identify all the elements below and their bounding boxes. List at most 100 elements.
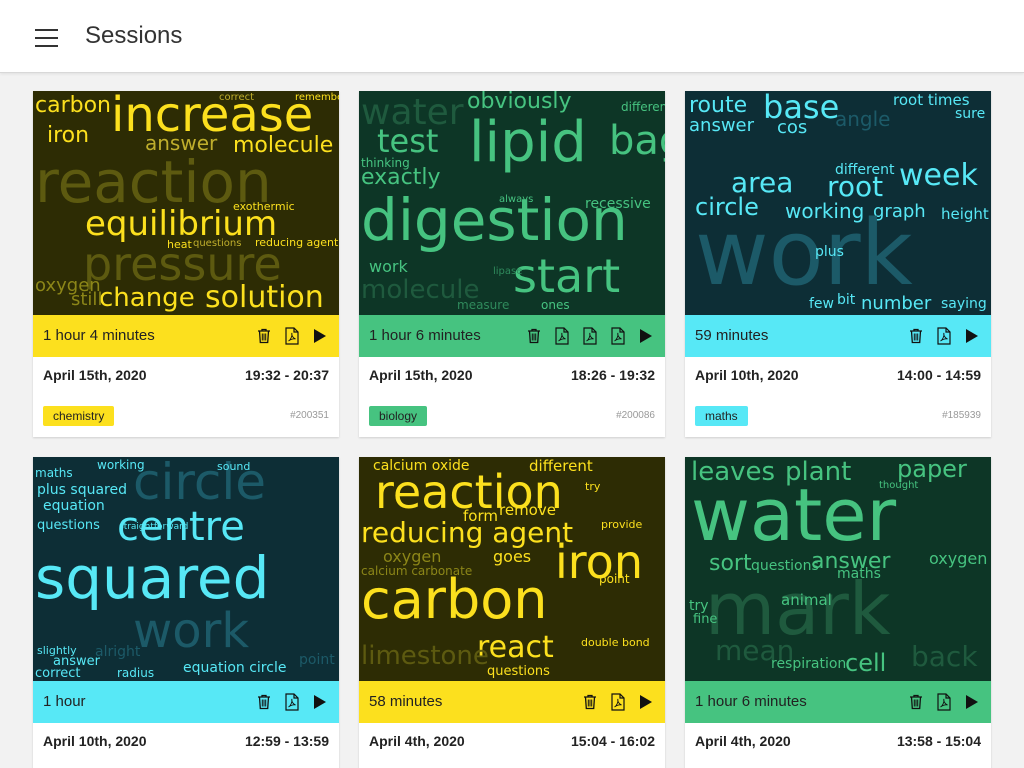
session-card[interactable]: obviouslywatertestlipidbagexactlydigesti…: [359, 91, 665, 437]
cloud-word: route: [689, 93, 748, 118]
pdf-icon[interactable]: [607, 690, 629, 714]
word-cloud-image: leaves plant paper water sort questions answer…: [685, 457, 991, 681]
cloud-word: angle: [835, 107, 891, 131]
play-icon[interactable]: [961, 690, 983, 714]
cloud-word: work: [133, 603, 250, 659]
session-time: 14:00 - 14:59: [896, 367, 981, 383]
cloud-word: questions: [487, 664, 550, 679]
session-date: April 10th, 2020: [43, 733, 147, 749]
cloud-word: point: [599, 572, 630, 586]
cloud-word: remove: [499, 501, 556, 519]
pdf-icon[interactable]: [281, 690, 303, 714]
top-bar: Sessions: [0, 0, 1024, 73]
cloud-word: always: [499, 194, 534, 205]
session-date: April 15th, 2020: [369, 367, 473, 383]
session-info: April 4th, 2020 15:04 - 16:02: [369, 733, 655, 753]
subject-tag[interactable]: maths: [695, 406, 748, 426]
play-icon[interactable]: [309, 324, 331, 348]
delete-icon[interactable]: [253, 690, 275, 714]
cloud-word: lipase: [493, 266, 523, 277]
cloud-word: radius: [117, 666, 155, 680]
session-card[interactable]: calcium oxide different reaction reducing a…: [359, 457, 665, 768]
duration-bar: 59 minutes: [685, 315, 991, 357]
cloud-word: point: [299, 652, 335, 668]
session-actions: [905, 690, 983, 714]
cloud-word: ones: [541, 298, 570, 312]
session-card[interactable]: route base root times answer cos angle sure are…: [685, 91, 991, 437]
cloud-word: correct: [35, 666, 81, 681]
duration-bar: 1 hour 4 minutes: [33, 315, 339, 357]
cloud-word: working: [97, 458, 145, 472]
cloud-word: try: [689, 598, 709, 614]
cloud-word: solution: [205, 280, 324, 315]
cloud-word: heat: [167, 238, 192, 251]
delete-icon[interactable]: [579, 690, 601, 714]
session-actions: [253, 324, 331, 348]
cloud-word: work: [695, 201, 913, 306]
cloud-word: plus: [815, 244, 844, 260]
cloud-word: number: [861, 293, 932, 314]
play-icon[interactable]: [961, 324, 983, 348]
cloud-word: change: [99, 283, 195, 313]
session-time: 13:58 - 15:04: [896, 733, 981, 749]
cloud-word: bag: [609, 118, 665, 164]
page-title: Sessions: [85, 22, 183, 49]
delete-icon[interactable]: [905, 690, 927, 714]
word-cloud-image: route base root times answer cos angle sure are…: [685, 91, 991, 315]
delete-icon[interactable]: [523, 324, 545, 348]
menu-icon[interactable]: [30, 23, 60, 51]
pdf-icon[interactable]: [551, 324, 573, 348]
session-time: 18:26 - 19:32: [570, 367, 655, 383]
session-info: April 10th, 2020 14:00 - 14:59: [695, 367, 981, 387]
delete-icon[interactable]: [905, 324, 927, 348]
session-date: April 4th, 2020: [369, 733, 465, 749]
cloud-word: work: [369, 257, 408, 276]
cloud-word: recessive: [585, 196, 651, 212]
session-actions: [523, 324, 657, 348]
session-time: 12:59 - 13:59: [244, 733, 329, 749]
cloud-word: answer: [689, 115, 755, 136]
word-cloud-image: increase carbon iron answer molecule reaction…: [33, 91, 339, 315]
cloud-word: questions: [193, 238, 242, 249]
cloud-word: plus squared: [37, 482, 127, 498]
cloud-word: oxygen: [383, 547, 442, 566]
play-icon[interactable]: [635, 324, 657, 348]
cloud-word: bit: [837, 292, 856, 308]
word-cloud-image: obviouslywatertestlipidbagexactlydigesti…: [359, 91, 665, 315]
pdf-icon[interactable]: [933, 324, 955, 348]
cloud-word: week: [899, 158, 978, 193]
pdf-icon[interactable]: [579, 324, 601, 348]
session-time: 19:32 - 20:37: [244, 367, 329, 383]
duration-bar: 1 hour 6 minutes: [685, 681, 991, 723]
cloud-word: double bond: [581, 636, 650, 649]
session-card[interactable]: circle maths working sound plus squared equat…: [33, 457, 339, 768]
cloud-word: carbon: [361, 568, 548, 631]
session-date: April 4th, 2020: [695, 733, 791, 749]
session-info: April 15th, 2020 18:26 - 19:32: [369, 367, 655, 387]
cloud-word: oxygen: [929, 549, 988, 568]
session-duration: 1 hour 4 minutes: [43, 327, 155, 344]
cloud-word: still: [71, 289, 103, 310]
cloud-word: provide: [601, 518, 643, 531]
cloud-word: maths: [35, 466, 73, 480]
session-card[interactable]: leaves plant paper water sort questions answer…: [685, 457, 991, 768]
play-icon[interactable]: [309, 690, 331, 714]
word-cloud-image: circle maths working sound plus squared equat…: [33, 457, 339, 681]
session-info: April 4th, 2020 13:58 - 15:04: [695, 733, 981, 753]
subject-tag[interactable]: chemistry: [43, 406, 115, 426]
play-icon[interactable]: [635, 690, 657, 714]
pdf-icon[interactable]: [933, 690, 955, 714]
cloud-word: few: [809, 296, 834, 312]
cloud-word: height: [941, 205, 989, 223]
cloud-word: slightly: [37, 644, 77, 657]
cloud-word: equation circle: [183, 660, 287, 676]
delete-icon[interactable]: [253, 324, 275, 348]
cloud-word: different: [621, 100, 665, 114]
subject-tag[interactable]: biology: [369, 406, 428, 426]
duration-bar: 58 minutes: [359, 681, 665, 723]
pdf-icon[interactable]: [607, 324, 629, 348]
pdf-icon[interactable]: [281, 324, 303, 348]
session-card[interactable]: increase carbon iron answer molecule reaction…: [33, 91, 339, 437]
cloud-word: cos: [777, 117, 808, 138]
cloud-word: alright: [95, 644, 141, 660]
